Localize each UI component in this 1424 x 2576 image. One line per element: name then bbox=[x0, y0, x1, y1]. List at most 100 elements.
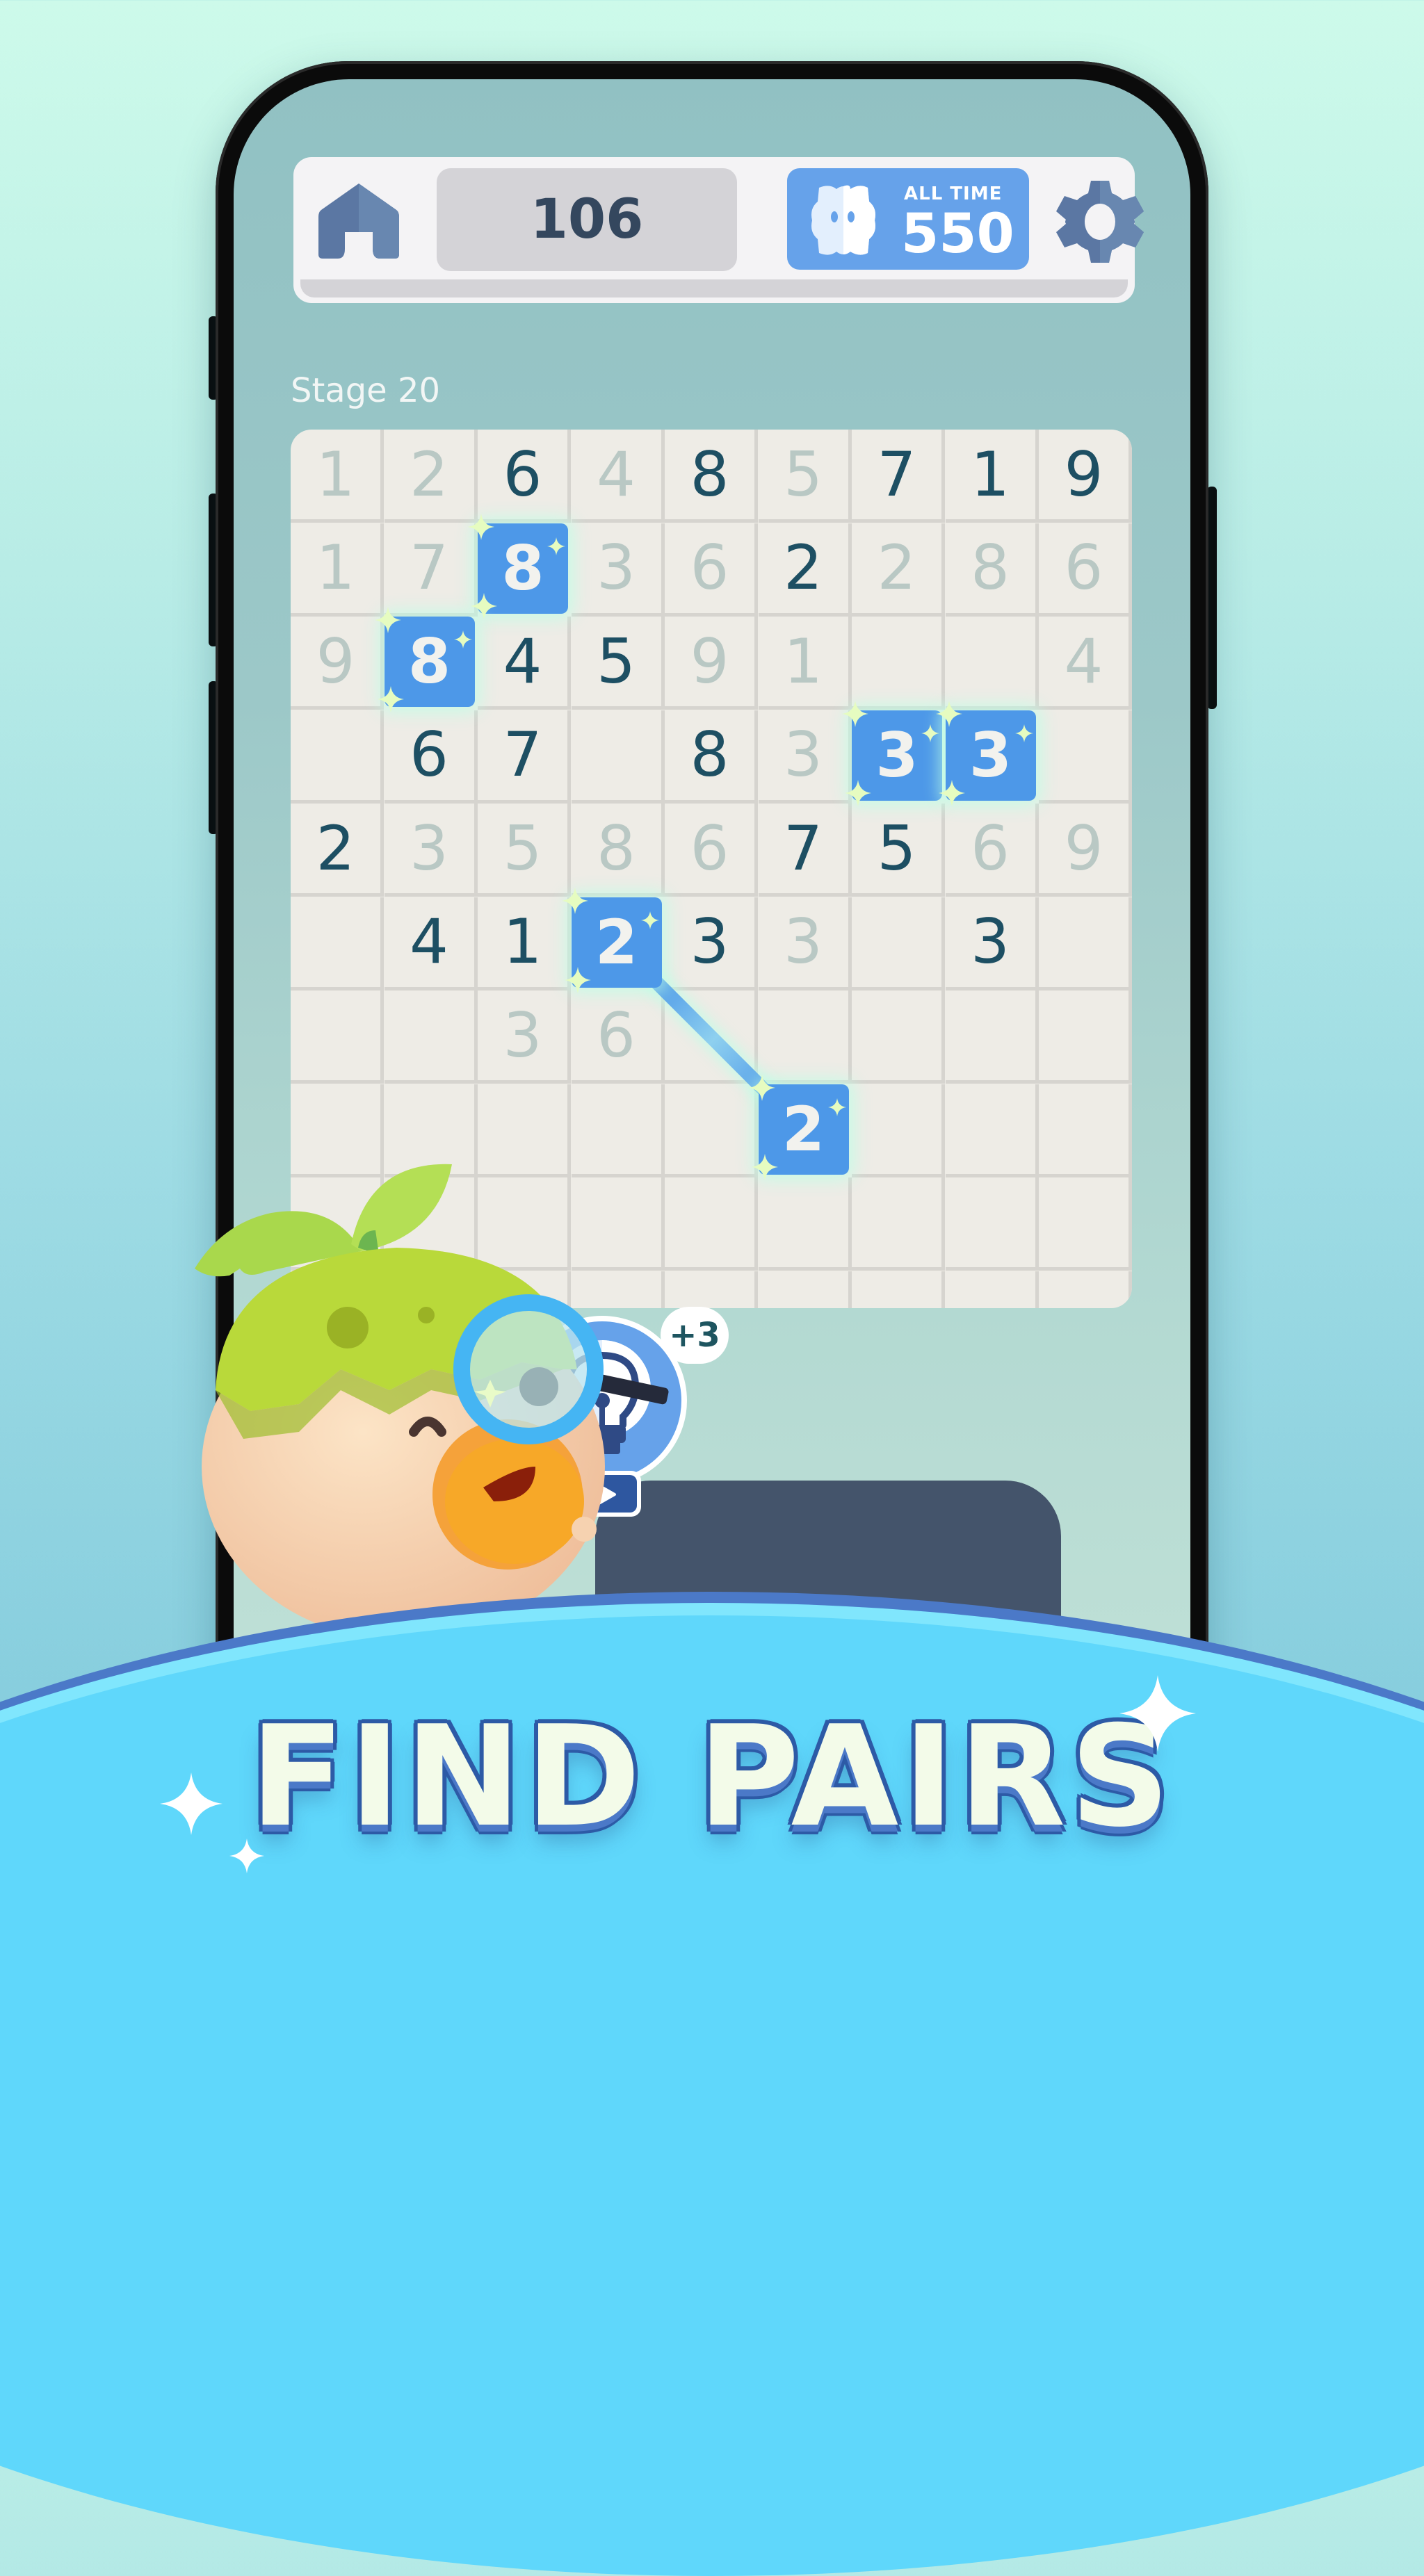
stage-label: Stage 20 bbox=[291, 371, 441, 410]
grid-cell[interactable]: 8 bbox=[571, 804, 665, 897]
grid-cell[interactable]: 8 bbox=[665, 430, 758, 523]
grid-cell[interactable]: 9 bbox=[1039, 804, 1132, 897]
grid-cell-empty bbox=[945, 1177, 1039, 1271]
grid-cell[interactable]: 4 bbox=[571, 430, 665, 523]
sparkle-icon bbox=[564, 966, 591, 993]
sparkle-icon bbox=[938, 779, 965, 806]
grid-cell[interactable]: 3 bbox=[758, 710, 852, 804]
grid-cell-empty bbox=[758, 1177, 852, 1271]
grid-cell-empty bbox=[1039, 1084, 1132, 1177]
sparkle-star-icon bbox=[229, 1839, 264, 1873]
grid-cell-empty bbox=[852, 897, 945, 991]
grid-cell[interactable]: 8 bbox=[665, 710, 758, 804]
grid-cell-empty bbox=[852, 1271, 945, 1308]
sparkle-icon bbox=[842, 700, 868, 727]
grid-cell[interactable]: 4 bbox=[1039, 617, 1132, 710]
sparkle-icon bbox=[748, 1074, 775, 1101]
grid-cell[interactable]: 5 bbox=[758, 430, 852, 523]
home-icon[interactable] bbox=[317, 179, 400, 263]
ghost-badge-icon bbox=[811, 185, 875, 255]
grid-cell[interactable]: 7 bbox=[758, 804, 852, 897]
grid-cell[interactable]: 3 bbox=[758, 897, 852, 991]
grid-cell[interactable]: 3 bbox=[665, 897, 758, 991]
grid-cell-empty bbox=[384, 991, 478, 1084]
grid-cell-empty bbox=[759, 1271, 852, 1308]
grid-cell[interactable]: 5 bbox=[571, 617, 665, 710]
sparkle-icon bbox=[640, 911, 659, 929]
sparkle-icon bbox=[453, 630, 472, 649]
grid-cell[interactable]: 3 bbox=[478, 991, 571, 1084]
grid-cell[interactable]: 7 bbox=[478, 710, 571, 804]
sparkle-icon bbox=[935, 700, 962, 727]
grid-cell-empty bbox=[946, 1271, 1039, 1308]
grid-cell[interactable]: 6 bbox=[665, 804, 758, 897]
grid-cell-empty bbox=[1039, 1177, 1132, 1271]
grid-cell-empty bbox=[1039, 897, 1132, 991]
grid-cell-empty bbox=[852, 1177, 945, 1271]
sparkle-star-icon bbox=[160, 1772, 222, 1835]
grid-cell[interactable]: 1 bbox=[291, 523, 384, 617]
sprout-mascot bbox=[195, 1164, 669, 1640]
grid-cell-empty bbox=[1039, 1271, 1132, 1308]
grid-cell[interactable]: 9 bbox=[665, 617, 758, 710]
sparkle-icon bbox=[561, 887, 588, 914]
grid-cell-empty bbox=[1039, 710, 1132, 804]
grid-cell[interactable]: 6 bbox=[665, 523, 758, 617]
grid-cell[interactable]: 4 bbox=[384, 897, 478, 991]
grid-cell[interactable]: 6 bbox=[1039, 523, 1132, 617]
sparkle-icon bbox=[374, 607, 401, 633]
grid-cell[interactable]: 6 bbox=[384, 710, 478, 804]
stage-progress-bar bbox=[300, 279, 1128, 297]
grid-cell-empty bbox=[571, 710, 665, 804]
grid-cell-empty bbox=[852, 991, 945, 1084]
grid-cell[interactable]: 5 bbox=[478, 804, 571, 897]
current-score: 106 bbox=[437, 168, 737, 271]
all-time-best-badge: ALL TIME 550 bbox=[787, 168, 1029, 270]
grid-cell[interactable]: 8 bbox=[945, 523, 1039, 617]
grid-cell[interactable]: 6 bbox=[571, 991, 665, 1084]
grid-cell-empty bbox=[852, 1084, 945, 1177]
sparkle-icon bbox=[827, 1098, 846, 1116]
grid-cell[interactable]: 1 bbox=[478, 897, 571, 991]
grid-cell[interactable]: 1 bbox=[758, 617, 852, 710]
sparkle-icon bbox=[468, 513, 494, 540]
grid-cell-empty bbox=[945, 991, 1039, 1084]
sparkle-icon bbox=[1014, 724, 1033, 742]
grid-cell[interactable]: 2 bbox=[852, 523, 945, 617]
sparkle-icon bbox=[547, 537, 565, 555]
grid-cell[interactable]: 9 bbox=[291, 617, 384, 710]
all-time-label: ALL TIME bbox=[904, 184, 1003, 204]
grid-cell-empty bbox=[852, 617, 945, 710]
gear-icon[interactable] bbox=[1055, 177, 1145, 267]
grid-cell[interactable]: 3 bbox=[945, 897, 1039, 991]
phone-side-button-right bbox=[1207, 487, 1217, 709]
grid-cell[interactable]: 2 bbox=[758, 523, 852, 617]
magnifier-icon bbox=[453, 1294, 669, 1444]
grid-cell-empty bbox=[1039, 991, 1132, 1084]
sparkle-icon bbox=[471, 592, 497, 619]
grid-cell[interactable]: 3 bbox=[384, 804, 478, 897]
all-time-score: 550 bbox=[901, 203, 1014, 266]
grid-cell[interactable]: 1 bbox=[945, 430, 1039, 523]
grid-cell[interactable]: 5 bbox=[852, 804, 945, 897]
sparkle-icon bbox=[377, 686, 404, 712]
grid-cell[interactable]: 2 bbox=[291, 804, 384, 897]
grid-cell[interactable]: 9 bbox=[1039, 430, 1132, 523]
sparkle-icon bbox=[751, 1153, 778, 1180]
sparkle-icon bbox=[845, 779, 871, 806]
grid-cell[interactable]: 7 bbox=[384, 523, 478, 617]
grid-cell-empty bbox=[291, 897, 384, 991]
grid-cell-empty bbox=[291, 710, 384, 804]
grid-cell[interactable]: 6 bbox=[945, 804, 1039, 897]
grid-cell[interactable]: 7 bbox=[852, 430, 945, 523]
sparkle-star-icon bbox=[1119, 1675, 1196, 1752]
grid-cell[interactable]: 3 bbox=[571, 523, 665, 617]
grid-cell[interactable]: 6 bbox=[478, 430, 571, 523]
top-bar: 106 ALL TIME 550 bbox=[293, 157, 1144, 303]
grid-cell-empty bbox=[945, 617, 1039, 710]
grid-cell-empty bbox=[291, 991, 384, 1084]
grid-cell[interactable]: 2 bbox=[384, 430, 478, 523]
grid-cell-empty bbox=[758, 991, 852, 1084]
grid-cell[interactable]: 4 bbox=[478, 617, 571, 710]
grid-cell[interactable]: 1 bbox=[291, 430, 384, 523]
